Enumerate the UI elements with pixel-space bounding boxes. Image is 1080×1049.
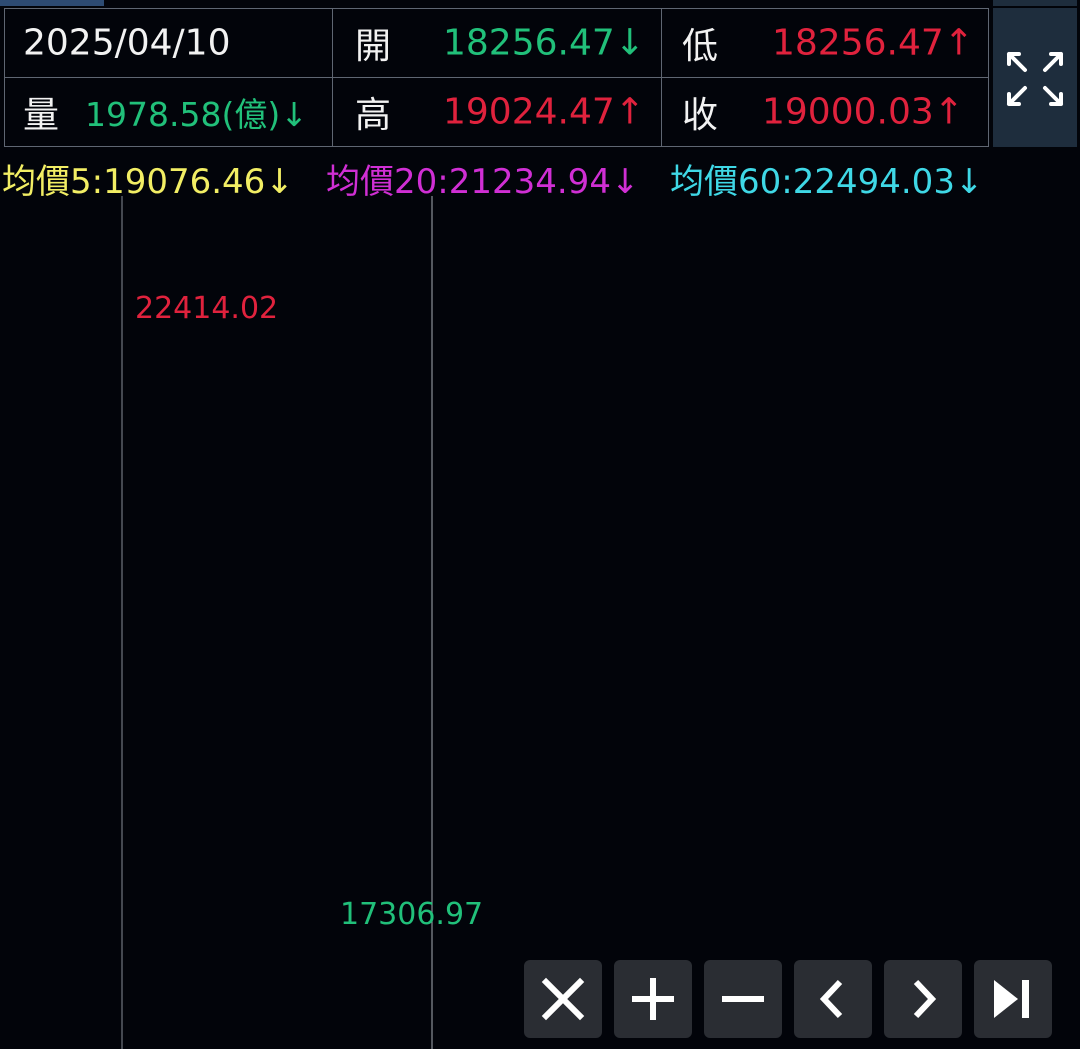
close-chart-button[interactable] bbox=[524, 960, 602, 1038]
scroll-left-button[interactable] bbox=[794, 960, 872, 1038]
close-x-icon bbox=[541, 977, 585, 1021]
plus-icon bbox=[632, 978, 674, 1020]
low-value: 18256.47↑ bbox=[772, 22, 974, 64]
moving-average-legend: 均價5:19076.46↓ 均價20:21234.94↓ 均價60:22494.… bbox=[0, 150, 1080, 202]
zoom-out-button[interactable] bbox=[704, 960, 782, 1038]
low-cell: 低 18256.47↑ bbox=[661, 8, 989, 78]
chevron-left-icon bbox=[819, 979, 843, 1019]
scroll-right-button[interactable] bbox=[884, 960, 962, 1038]
open-cell: 開 18256.47↓ bbox=[332, 8, 662, 78]
high-label: 高 bbox=[355, 95, 392, 136]
top-accent-bar-right bbox=[993, 0, 1077, 6]
jump-to-latest-button[interactable] bbox=[974, 960, 1052, 1038]
zoom-in-button[interactable] bbox=[614, 960, 692, 1038]
open-value: 18256.47↓ bbox=[443, 22, 645, 64]
low-price-mark: 17306.97 bbox=[340, 897, 483, 932]
close-cell: 收 19000.03↑ bbox=[661, 77, 989, 147]
chart-annotations: 22414.02 17306.97 bbox=[135, 291, 483, 932]
date-cell: 2025/04/10 bbox=[4, 8, 333, 78]
candlestick-chart[interactable]: 2350023000225002200021500210002050020000… bbox=[0, 196, 1080, 1049]
quote-header: 2025/04/10 開 18256.47↓ 低 18256.47↑ 量 197… bbox=[4, 8, 989, 147]
open-label: 開 bbox=[355, 26, 392, 67]
expand-arrows-icon bbox=[1007, 52, 1063, 106]
volume-value: 1978.58(億)↓ bbox=[85, 95, 308, 134]
minus-icon bbox=[722, 996, 764, 1002]
low-label: 低 bbox=[682, 26, 719, 67]
high-cell: 高 19024.47↑ bbox=[332, 77, 662, 147]
close-label: 收 bbox=[682, 95, 719, 136]
fullscreen-button[interactable] bbox=[993, 8, 1077, 147]
high-value: 19024.47↑ bbox=[443, 91, 645, 133]
volume-label: 量 bbox=[23, 95, 60, 136]
high-price-mark: 22414.02 bbox=[135, 291, 278, 326]
chevron-right-icon bbox=[913, 979, 937, 1019]
close-value: 19000.03↑ bbox=[762, 91, 964, 133]
volume-cell: 量 1978.58(億)↓ bbox=[4, 77, 333, 147]
trade-date: 2025/04/10 bbox=[23, 22, 231, 64]
skip-to-end-icon bbox=[994, 980, 1029, 1018]
top-accent-bar bbox=[0, 0, 104, 6]
